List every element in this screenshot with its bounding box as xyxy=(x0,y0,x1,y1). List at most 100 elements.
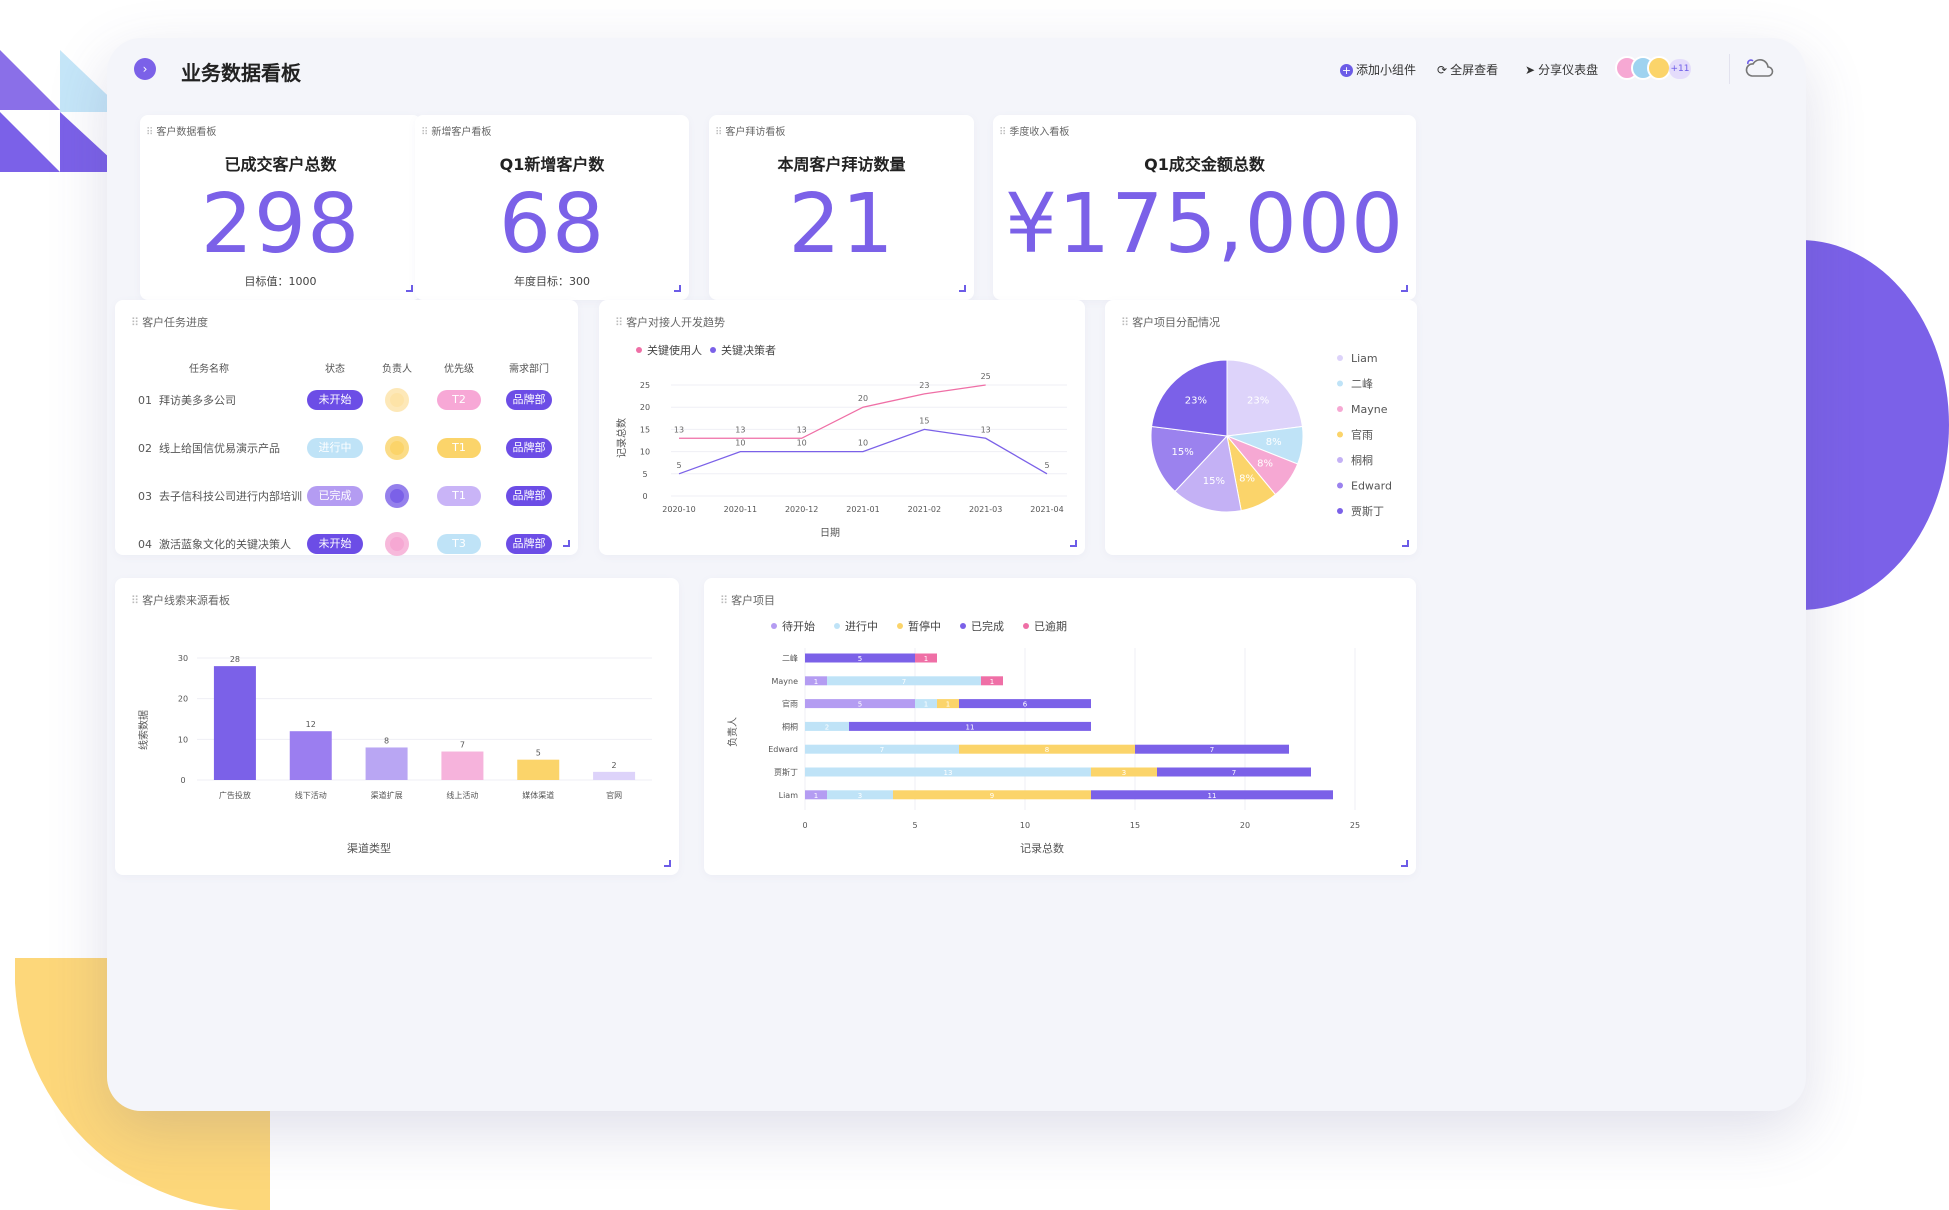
series-line xyxy=(679,384,986,439)
add-widget-button[interactable]: + 添加小组件 xyxy=(1340,61,1416,78)
customer-projects-card[interactable]: ⠿ 客户项目 待开始 进行中 暂停中 已完成 已逾期 0 5 10 15 20 25 二峰 5 1 Mayne… xyxy=(704,578,1416,875)
y-tick-label: Edward xyxy=(768,745,798,754)
bar[interactable] xyxy=(517,759,560,780)
chevron-right-icon: › xyxy=(142,62,148,76)
collapse-button[interactable]: › xyxy=(134,58,156,80)
avatar[interactable] xyxy=(385,436,409,460)
status-badge[interactable]: 未开始 xyxy=(307,534,363,554)
divider xyxy=(1729,54,1730,84)
task-table: 任务名称 状态 负责人 优先级 需求部门 01 拜访美多多公司 未开始 T2 品牌部 02… xyxy=(131,358,568,568)
data-label: 2 xyxy=(825,723,829,731)
card-title: ⠿ 季度收入看板 xyxy=(999,127,1070,138)
dept-cell: 品牌部 xyxy=(490,376,568,424)
y-tick-label: Mayne xyxy=(771,677,798,686)
share-dashboard-button[interactable]: ➤ 分享仪表盘 xyxy=(1525,61,1598,78)
data-label: 7 xyxy=(880,746,884,754)
top-bar: › 业务数据看板 + 添加小组件 ⟳ 全屏查看 ➤ 分享仪表盘 +11 xyxy=(107,38,1806,104)
data-label: 20 xyxy=(858,394,868,403)
resize-handle[interactable] xyxy=(563,540,570,547)
y-tick-label: 贾斯丁 xyxy=(774,767,798,777)
avatar[interactable] xyxy=(385,532,409,556)
kpi-card-revenue[interactable]: ⠿ 季度收入看板 Q1成交金额总数 ¥175,000 xyxy=(993,115,1416,300)
avatar[interactable] xyxy=(385,388,409,412)
resize-handle[interactable] xyxy=(1401,860,1408,867)
y-tick-label: 10 xyxy=(640,448,650,457)
legend-dot xyxy=(1337,508,1343,514)
y-tick-label: Liam xyxy=(779,791,799,800)
department-badge[interactable]: 品牌部 xyxy=(506,534,552,554)
cloud-sync-icon[interactable] xyxy=(1744,56,1774,86)
resize-handle[interactable] xyxy=(1401,285,1408,292)
resize-handle[interactable] xyxy=(406,285,413,292)
legend-dot xyxy=(834,623,840,629)
resize-handle[interactable] xyxy=(959,285,966,292)
legend-dot xyxy=(897,623,903,629)
legend-dot xyxy=(710,347,716,353)
slice-label: 23% xyxy=(1247,396,1269,407)
department-badge[interactable]: 品牌部 xyxy=(506,438,552,458)
avatar-group[interactable]: +11 xyxy=(1615,56,1715,82)
send-icon: ➤ xyxy=(1525,63,1536,77)
legend-dot xyxy=(1337,431,1343,438)
department-badge[interactable]: 品牌部 xyxy=(506,486,552,506)
priority-badge[interactable]: T2 xyxy=(437,390,481,410)
status-badge[interactable]: 未开始 xyxy=(307,390,363,410)
legend-dot xyxy=(1023,623,1029,629)
bar[interactable] xyxy=(289,731,332,780)
fullscreen-button[interactable]: ⟳ 全屏查看 xyxy=(1437,61,1498,78)
data-label: 1 xyxy=(814,678,818,686)
dept-cell: 品牌部 xyxy=(490,424,568,472)
y-axis-label: 线索数据 xyxy=(137,710,150,750)
priority-badge[interactable]: T3 xyxy=(437,534,481,554)
slice-label: 23% xyxy=(1185,396,1207,407)
priority-badge[interactable]: T1 xyxy=(437,438,481,458)
avatar[interactable] xyxy=(385,484,409,508)
data-label: 2 xyxy=(612,761,617,770)
column-header: 需求部门 xyxy=(509,363,549,375)
table-row[interactable]: 01 拜访美多多公司 未开始 T2 品牌部 xyxy=(131,376,568,424)
kpi-card-closed-customers[interactable]: ⠿ 客户数据看板 已成交客户总数 298 目标值：1000 xyxy=(140,115,421,300)
status-badge[interactable]: 进行中 xyxy=(307,438,363,458)
bar[interactable] xyxy=(213,666,256,780)
legend-label: Edward xyxy=(1351,480,1392,493)
bar[interactable] xyxy=(593,771,636,780)
row-number: 04 xyxy=(138,537,152,551)
row-number: 01 xyxy=(138,393,152,407)
slice-label: 8% xyxy=(1266,437,1282,448)
project-distribution-card[interactable]: ⠿ 客户项目分配情况 23% 8% 8% 8% 15% 15% 23% Liam 二峰 Mayne 官… xyxy=(1105,300,1417,555)
data-label: 5 xyxy=(536,749,541,758)
data-label: 8 xyxy=(1045,746,1049,754)
data-label: 5 xyxy=(858,701,862,709)
avatar-more-badge: +11 xyxy=(1669,59,1691,79)
owner-cell xyxy=(366,520,428,568)
kpi-card-visits[interactable]: ⠿ 客户拜访看板 本周客户拜访数量 21 xyxy=(709,115,974,300)
bar[interactable] xyxy=(365,747,408,780)
resize-handle[interactable] xyxy=(674,285,681,292)
x-tick-label: 2021-03 xyxy=(969,505,1002,514)
data-label: 5 xyxy=(676,461,681,470)
bar[interactable] xyxy=(441,751,484,780)
y-tick-label: 5 xyxy=(642,470,647,479)
table-row[interactable]: 03 去子信科技公司进行内部培训 已完成 T1 品牌部 xyxy=(131,472,568,520)
priority-badge[interactable]: T1 xyxy=(437,486,481,506)
data-label: 10 xyxy=(858,439,868,448)
status-badge[interactable]: 已完成 xyxy=(307,486,363,506)
legend-label: 二峰 xyxy=(1351,378,1373,391)
table-row[interactable]: 02 线上给国信优易演示产品 进行中 T1 品牌部 xyxy=(131,424,568,472)
task-progress-card[interactable]: ⠿ 客户任务进度 任务名称 状态 负责人 优先级 需求部门 01 拜访美多多公司 未开… xyxy=(115,300,578,556)
data-label: 1 xyxy=(924,701,928,709)
y-tick-label: 20 xyxy=(178,695,188,704)
data-label: 1 xyxy=(990,678,994,686)
data-label: 5 xyxy=(1044,461,1049,470)
resize-handle[interactable] xyxy=(1070,540,1077,547)
lead-source-card[interactable]: ⠿ 客户线索来源看板 0 10 20 30 28 广告投放 12 线下活动 8 渠道扩展 7 线上活动 5… xyxy=(115,578,679,875)
trend-line-chart: 关键使用人 关键决策者 0 5 10 15 20 25 2020-10 2020-11 2020-1… xyxy=(615,343,1067,539)
resize-handle[interactable] xyxy=(1402,540,1409,547)
dashboard-window: › 业务数据看板 + 添加小组件 ⟳ 全屏查看 ➤ 分享仪表盘 +11 ⠿ 客户数据看板… xyxy=(107,38,1806,1111)
resize-handle[interactable] xyxy=(664,860,671,867)
table-row[interactable]: 04 激活蓝象文化的关键决策人 未开始 T3 品牌部 xyxy=(131,520,568,568)
kpi-card-new-customers[interactable]: ⠿ 新增客户看板 Q1新增客户数 68 年度目标：300 xyxy=(415,115,689,300)
legend-dot xyxy=(1337,457,1343,463)
department-badge[interactable]: 品牌部 xyxy=(506,390,552,410)
trend-chart-card[interactable]: ⠿ 客户对接人开发趋势 关键使用人 关键决策者 0 5 10 15 20 25 2020-10 20… xyxy=(599,300,1085,555)
